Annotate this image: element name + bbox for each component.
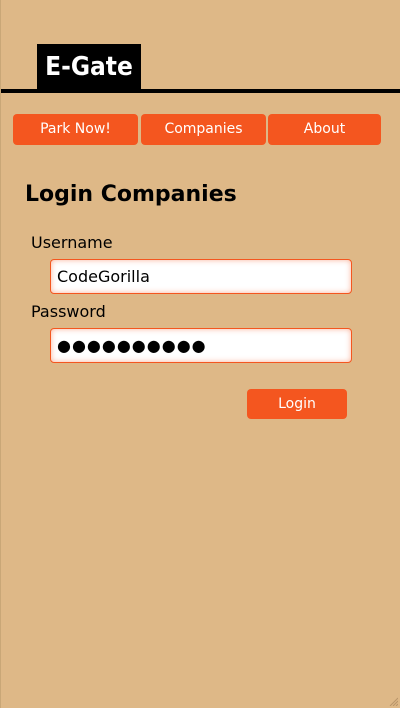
password-label: Password — [31, 302, 106, 321]
username-input[interactable]: CodeGorilla — [50, 259, 352, 294]
nav-bar: Park Now! Companies About — [13, 114, 381, 145]
nav-about-button[interactable]: About — [268, 114, 381, 145]
resize-grip-icon[interactable] — [388, 696, 398, 706]
password-input[interactable]: ●●●●●●●●●● — [50, 328, 352, 363]
nav-park-now-button[interactable]: Park Now! — [13, 114, 138, 145]
header: E-Gate — [1, 0, 400, 93]
page: E-Gate Park Now! Companies About Login C… — [0, 0, 400, 708]
header-divider — [1, 89, 400, 93]
nav-companies-button[interactable]: Companies — [141, 114, 266, 145]
login-button[interactable]: Login — [247, 389, 347, 419]
username-label: Username — [31, 233, 113, 252]
logo[interactable]: E-Gate — [37, 44, 141, 90]
page-title: Login Companies — [25, 182, 237, 207]
